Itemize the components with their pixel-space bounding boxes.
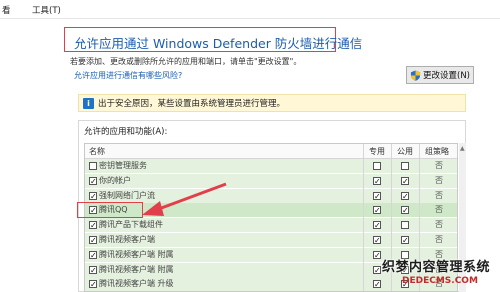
row-group-policy: 否 xyxy=(435,205,443,215)
annotation-arrow-icon xyxy=(142,182,227,216)
page-title: 允许应用通过 Windows Defender 防火墙进行通信 xyxy=(74,36,363,51)
row-private-checkbox[interactable] xyxy=(373,162,381,170)
column-header-name[interactable]: 名称 xyxy=(89,146,105,157)
row-enable-checkbox[interactable] xyxy=(89,265,97,274)
row-enable-checkbox[interactable] xyxy=(89,162,97,170)
row-enable-checkbox[interactable] xyxy=(89,236,97,244)
menu-bar: 看 工具(T) xyxy=(0,0,500,19)
row-app-name: 密钥管理服务 xyxy=(99,161,147,170)
row-private-checkbox[interactable] xyxy=(373,176,381,185)
row-group-policy: 否 xyxy=(435,161,443,170)
row-app-name: 腾讯产品下载组件 xyxy=(99,220,163,230)
admin-notice-bar: i 出于安全原因，某些设置由系统管理员进行管理。 xyxy=(78,94,466,112)
column-header-public[interactable]: 公用 xyxy=(397,146,413,157)
row-public-checkbox[interactable] xyxy=(401,206,409,215)
row-private-checkbox[interactable] xyxy=(373,236,381,244)
row-group-policy: 否 xyxy=(435,175,443,185)
row-enable-checkbox[interactable] xyxy=(89,280,97,289)
row-private-checkbox[interactable] xyxy=(373,206,381,215)
row-private-checkbox[interactable] xyxy=(373,191,381,200)
column-divider xyxy=(363,144,364,291)
table-row[interactable]: 腾讯视频客户端 否 xyxy=(85,233,457,247)
info-icon: i xyxy=(83,97,94,109)
row-public-checkbox[interactable] xyxy=(401,221,409,230)
row-public-checkbox[interactable] xyxy=(401,236,409,244)
table-row[interactable]: 腾讯产品下载组件 否 xyxy=(85,218,457,233)
column-header-policy[interactable]: 组策略 xyxy=(425,146,449,157)
row-enable-checkbox[interactable] xyxy=(89,176,97,185)
row-enable-checkbox[interactable] xyxy=(89,221,97,230)
row-app-name: 腾讯视频客户端 升级 xyxy=(99,279,174,289)
change-settings-button[interactable]: 更改设置(N) xyxy=(406,66,474,84)
row-public-checkbox[interactable] xyxy=(401,176,409,185)
row-private-checkbox[interactable] xyxy=(373,221,381,230)
row-public-checkbox[interactable] xyxy=(401,162,409,170)
allowed-apps-label: 允许的应用和功能(A): xyxy=(84,127,168,137)
change-settings-label: 更改设置(N) xyxy=(423,71,470,81)
row-private-checkbox[interactable] xyxy=(373,280,381,289)
table-header: 名称 专用 公用 组策略 xyxy=(85,144,457,159)
risks-link[interactable]: 允许应用进行通信有哪些风险? xyxy=(74,70,182,81)
menu-item-view[interactable]: 看 xyxy=(2,4,11,16)
row-enable-checkbox[interactable] xyxy=(89,250,97,259)
scroll-up-icon[interactable]: ▲ xyxy=(460,145,465,152)
watermark-line2: DEDECMS.COM xyxy=(402,276,478,286)
row-group-policy: 否 xyxy=(435,190,443,200)
table-row[interactable]: 密钥管理服务 否 xyxy=(85,159,457,173)
page-subtitle: 若要添加、更改或删除所允许的应用和端口，请单击"更改设置"。 xyxy=(70,57,302,66)
qq-highlight-box xyxy=(77,202,143,218)
row-app-name: 腾讯视频客户端 xyxy=(99,235,155,244)
row-app-name: 腾讯视频客户端 附属 xyxy=(99,249,174,259)
menu-item-tools[interactable]: 工具(T) xyxy=(32,4,61,16)
watermark-line1: 织梦内容管理系统 xyxy=(382,260,491,275)
row-private-checkbox[interactable] xyxy=(373,265,381,274)
admin-notice-text: 出于安全原因，某些设置由系统管理员进行管理。 xyxy=(98,99,286,109)
row-group-policy: 否 xyxy=(435,220,443,230)
row-enable-checkbox[interactable] xyxy=(89,191,97,200)
row-app-name: 你的帐户 xyxy=(99,175,131,185)
column-header-private[interactable]: 专用 xyxy=(369,146,385,157)
row-private-checkbox[interactable] xyxy=(373,250,381,259)
row-group-policy: 否 xyxy=(435,235,443,244)
uac-shield-icon xyxy=(410,69,421,81)
watermark: 织梦内容管理系统 DEDECMS.COM xyxy=(382,256,490,286)
row-public-checkbox[interactable] xyxy=(401,191,409,200)
row-app-name: 腾讯视频客户端 附属 xyxy=(99,264,174,274)
